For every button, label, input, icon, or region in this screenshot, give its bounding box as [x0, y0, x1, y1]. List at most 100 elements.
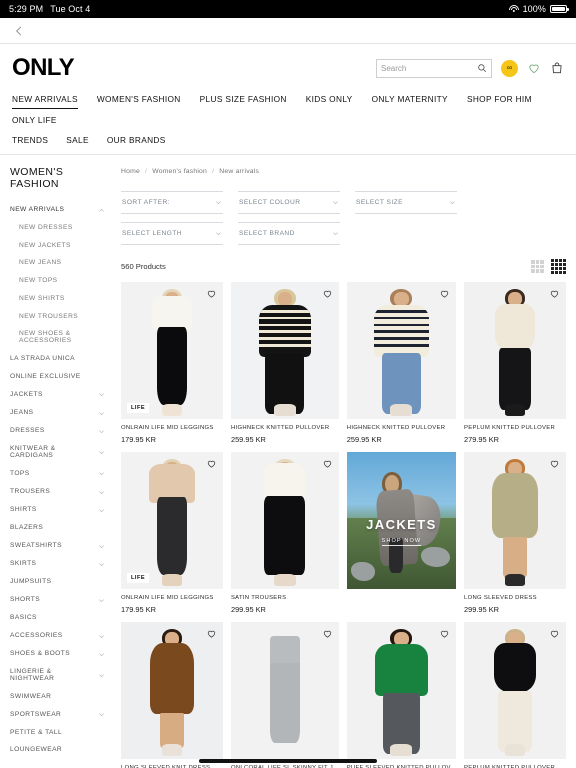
sidebar-item-petite-tall[interactable]: PETITE & TALL: [10, 724, 113, 742]
nav-only-life[interactable]: ONLY LIFE: [12, 111, 57, 129]
product-name[interactable]: ONLRAIN LIFE MID LEGGINGS: [121, 595, 223, 601]
filter-select-size[interactable]: SELECT SIZE: [355, 191, 457, 214]
sidebar-item-jeans[interactable]: JEANS: [10, 404, 113, 422]
sidebar-item-shirts[interactable]: SHIRTS: [10, 501, 113, 519]
search-input[interactable]: [381, 63, 474, 73]
promo-image[interactable]: JACKETS SHOP NOW: [346, 452, 457, 590]
wishlist-heart-icon[interactable]: [322, 458, 333, 469]
grid-view-4-icon[interactable]: [550, 259, 566, 275]
nav-plus-size-fashion[interactable]: PLUS SIZE FASHION: [200, 90, 287, 109]
wishlist-heart-icon[interactable]: [549, 628, 560, 639]
sidebar-item-sportswear[interactable]: SPORTSWEAR: [10, 706, 113, 724]
sidebar-item-skirts[interactable]: SKIRTS: [10, 555, 113, 573]
product-image[interactable]: [121, 622, 223, 760]
product-image[interactable]: LIFE: [121, 452, 223, 590]
sidebar-item-jackets[interactable]: JACKETS: [10, 386, 113, 404]
nav-shop-for-him[interactable]: SHOP FOR HIM: [467, 90, 532, 109]
product-card[interactable]: LONG SLEEVED KNIT DRESS 279.95 KR: [121, 622, 223, 768]
sidebar-item-la-strada-unica[interactable]: LA STRADA UNICA: [10, 350, 113, 368]
product-card[interactable]: ONLCORAL LIFE SL SKINNY FIT J... 259.95 …: [230, 622, 339, 768]
only-logo[interactable]: ONLY: [12, 54, 75, 82]
wishlist-heart-icon[interactable]: [322, 288, 333, 299]
product-card[interactable]: HIGHNECK KNITTED PULLOVER 259.95 KR: [346, 282, 457, 444]
filter-sort-after[interactable]: SORT AFTER:: [121, 191, 223, 214]
promo-cta[interactable]: SHOP NOW: [347, 538, 456, 547]
shopping-bag-icon[interactable]: [550, 61, 564, 75]
product-card[interactable]: PUFF SLEEVED KNITTED PULLOV... 259.95 KR: [346, 622, 457, 768]
product-image[interactable]: [464, 282, 566, 420]
product-image[interactable]: [464, 622, 566, 760]
sidebar-item-new-dresses[interactable]: NEW DRESSES: [10, 219, 113, 237]
sidebar-item-dresses[interactable]: DRESSES: [10, 422, 113, 440]
product-name[interactable]: PEPLUM KNITTED PULLOVER: [464, 425, 566, 431]
only-club-badge[interactable]: ∞: [501, 59, 518, 77]
product-card[interactable]: SATIN TROUSERS 299.95 KR: [230, 452, 339, 614]
search-icon[interactable]: [477, 63, 487, 73]
wishlist-heart-icon[interactable]: [527, 61, 541, 75]
sidebar-item-jumpsuits[interactable]: JUMPSUITS: [10, 573, 113, 591]
breadcrumb-womens-fashion[interactable]: Women's fashion: [152, 168, 207, 175]
product-name[interactable]: LONG SLEEVED DRESS: [464, 595, 566, 601]
search-box[interactable]: [376, 58, 492, 78]
sidebar-item-new-shoes-accessories[interactable]: NEW SHOES & ACCESSORIES: [10, 326, 113, 350]
sidebar-item-loungewear[interactable]: LOUNGEWEAR: [10, 742, 113, 760]
product-name[interactable]: ONLRAIN LIFE MID LEGGINGS: [121, 425, 223, 431]
product-image[interactable]: [464, 452, 566, 590]
sidebar-item-new-shirts[interactable]: NEW SHIRTS: [10, 290, 113, 308]
nav-womens-fashion[interactable]: WOMEN'S FASHION: [97, 90, 181, 109]
sidebar-item-knitwear-cardigans[interactable]: KNITWEAR & CARDIGANS: [10, 440, 113, 464]
sidebar-item-new-tops[interactable]: NEW TOPS: [10, 273, 113, 291]
product-image[interactable]: [346, 282, 457, 420]
wishlist-heart-icon[interactable]: [439, 288, 450, 299]
sidebar-item-basics[interactable]: BASICS: [10, 609, 113, 627]
sidebar-item-online-exclusive[interactable]: ONLINE EXCLUSIVE: [10, 368, 113, 386]
filter-select-colour[interactable]: SELECT COLOUR: [238, 191, 340, 214]
product-card[interactable]: PEPLUM KNITTED PULLOVER 279.95 KR: [464, 282, 566, 444]
product-card[interactable]: PEPLUM KNITTED PULLOVER 279.95 KR: [464, 622, 566, 768]
sidebar-item-lingerie-nightwear[interactable]: LINGERIE & NIGHTWEAR: [10, 664, 113, 688]
nav-only-maternity[interactable]: ONLY MATERNITY: [372, 90, 448, 109]
nav-trends[interactable]: TRENDS: [12, 131, 48, 149]
sidebar-item-blazers[interactable]: BLAZERS: [10, 519, 113, 537]
sidebar-item-new-jackets[interactable]: NEW JACKETS: [10, 237, 113, 255]
product-image[interactable]: [346, 622, 457, 760]
product-name[interactable]: SATIN TROUSERS: [231, 595, 339, 601]
product-name[interactable]: HIGHNECK KNITTED PULLOVER: [347, 425, 456, 431]
filter-select-brand[interactable]: SELECT BRAND: [238, 222, 340, 245]
nav-new-arrivals[interactable]: NEW ARRIVALS: [12, 90, 78, 109]
product-image[interactable]: [230, 282, 339, 420]
sidebar-item-new-jeans[interactable]: NEW JEANS: [10, 255, 113, 273]
nav-kids-only[interactable]: KIDS ONLY: [306, 90, 353, 109]
sidebar-item-new-arrivals[interactable]: NEW ARRIVALS: [10, 201, 113, 219]
back-chevron-icon[interactable]: [12, 24, 26, 38]
nav-sale[interactable]: SALE: [66, 131, 89, 149]
sidebar-item-shorts[interactable]: SHORTS: [10, 591, 113, 609]
wishlist-heart-icon[interactable]: [206, 628, 217, 639]
grid-view-3-icon[interactable]: [531, 260, 544, 273]
product-card[interactable]: LIFE ONLRAIN LIFE MID LEGGINGS 179.95 KR: [121, 282, 223, 444]
sidebar-item-sweatshirts[interactable]: SWEATSHIRTS: [10, 537, 113, 555]
wishlist-heart-icon[interactable]: [206, 288, 217, 299]
sidebar-item-shoes-boots[interactable]: SHOES & BOOTS: [10, 645, 113, 663]
product-card[interactable]: LIFE ONLRAIN LIFE MID LEGGINGS 179.95 KR: [121, 452, 223, 614]
sidebar-item-tops[interactable]: TOPS: [10, 465, 113, 483]
wishlist-heart-icon[interactable]: [549, 288, 560, 299]
product-name[interactable]: HIGHNECK KNITTED PULLOVER: [231, 425, 339, 431]
promo-card[interactable]: JACKETS SHOP NOW: [346, 452, 457, 614]
product-card[interactable]: LONG SLEEVED DRESS 299.95 KR: [464, 452, 566, 614]
product-image[interactable]: LIFE: [121, 282, 223, 420]
product-image[interactable]: [230, 622, 339, 760]
nav-our-brands[interactable]: OUR BRANDS: [107, 131, 166, 149]
sidebar-item-trousers[interactable]: TROUSERS: [10, 483, 113, 501]
wishlist-heart-icon[interactable]: [549, 458, 560, 469]
sidebar-item-accessories[interactable]: ACCESSORIES: [10, 627, 113, 645]
wishlist-heart-icon[interactable]: [206, 458, 217, 469]
filter-select-length[interactable]: SELECT LENGTH: [121, 222, 223, 245]
sidebar-item-new-trousers[interactable]: NEW TROUSERS: [10, 308, 113, 326]
sidebar-item-swimwear[interactable]: SWIMWEAR: [10, 688, 113, 706]
product-card[interactable]: HIGHNECK KNITTED PULLOVER 259.95 KR: [230, 282, 339, 444]
product-image[interactable]: [230, 452, 339, 590]
wishlist-heart-icon[interactable]: [439, 628, 450, 639]
wishlist-heart-icon[interactable]: [322, 628, 333, 639]
breadcrumb-home[interactable]: Home: [121, 168, 140, 175]
